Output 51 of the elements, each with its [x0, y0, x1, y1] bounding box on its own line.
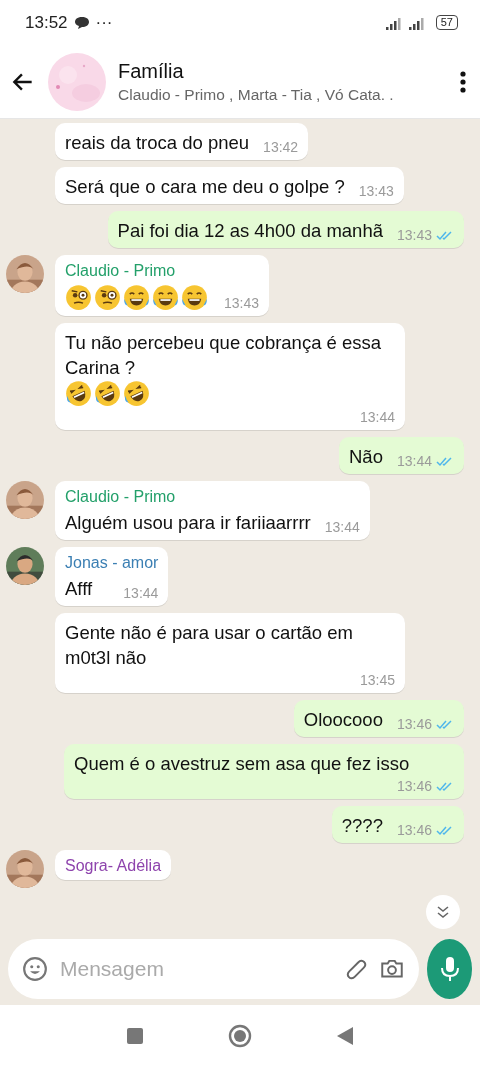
back-icon[interactable] — [336, 1025, 354, 1046]
monocle-face-icon — [94, 284, 121, 311]
message-time: 13:46 — [396, 822, 432, 838]
sender-name: Claudio - Primo — [65, 262, 177, 280]
message-time: 13:43 — [224, 295, 260, 311]
rolling-laugh-face-icon — [65, 380, 92, 407]
chat-members: Claudio - Primo , Marta - Tia , Vó Cata. . — [118, 85, 395, 104]
message-text: Alguém usou para ir fariiaarrrr — [65, 511, 311, 535]
message-time: 13:45 — [359, 672, 395, 688]
message-time: 13:46 — [396, 716, 432, 732]
message-text: reais da troca do pneu — [65, 131, 250, 155]
laughing-face-icon — [123, 284, 150, 311]
message-time: 13:42 — [263, 139, 299, 155]
laughing-face-icon — [152, 284, 179, 311]
scroll-down-button[interactable] — [426, 895, 460, 929]
message-field[interactable]: Mensagem — [8, 939, 419, 999]
chat-title: Família — [118, 59, 185, 83]
message-time: 13:43 — [358, 183, 394, 199]
message-time: 13:44 — [359, 409, 395, 425]
message-text: Afff — [65, 577, 93, 601]
message-time: 13:44 — [396, 453, 432, 469]
message-text: Será que o cara me deu o golpe ? — [65, 175, 345, 199]
message-text: Tu não percebeu que cobrança é essa Carina ? — [65, 331, 383, 380]
rolling-laugh-face-icon — [123, 380, 150, 407]
chevrons-down-icon[interactable] — [435, 904, 451, 920]
chat-bubble-icon — [73, 15, 90, 30]
rolling-laugh-face-icon — [94, 380, 121, 407]
message-text: Gente não é para usar o cartão em m0t3l não — [65, 621, 354, 670]
message-text: Quem é o avestruz sem asa que fez isso — [74, 752, 410, 776]
message-text: Oloocooo — [303, 708, 383, 732]
message-text: Pai foi dia 12 as 4h00 da manhã — [117, 219, 383, 243]
laughing-face-icon — [181, 284, 208, 311]
message-time: 13:43 — [396, 227, 432, 243]
sender-name: Sogra- Adélia — [65, 857, 162, 875]
microphone-button[interactable] — [427, 939, 472, 999]
recents-icon[interactable] — [126, 1026, 144, 1045]
clock: 13:52 — [25, 12, 68, 33]
home-icon[interactable] — [228, 1023, 252, 1048]
battery-indicator: 57 — [435, 15, 458, 30]
message-time: 13:46 — [396, 778, 432, 794]
sender-name: Claudio - Primo — [65, 488, 177, 506]
message-time: 13:44 — [324, 519, 360, 535]
more-options-icon[interactable] — [460, 70, 466, 93]
more-notifications: ··· — [95, 12, 113, 33]
message-text: Não — [349, 445, 383, 469]
message-text: ???? — [341, 814, 383, 838]
message-time: 13:44 — [123, 585, 159, 601]
message-input[interactable]: Mensagem — [58, 956, 333, 982]
emoji-icon[interactable] — [22, 956, 48, 982]
monocle-face-icon — [65, 284, 92, 311]
sender-name: Jonas - amor — [65, 554, 159, 572]
